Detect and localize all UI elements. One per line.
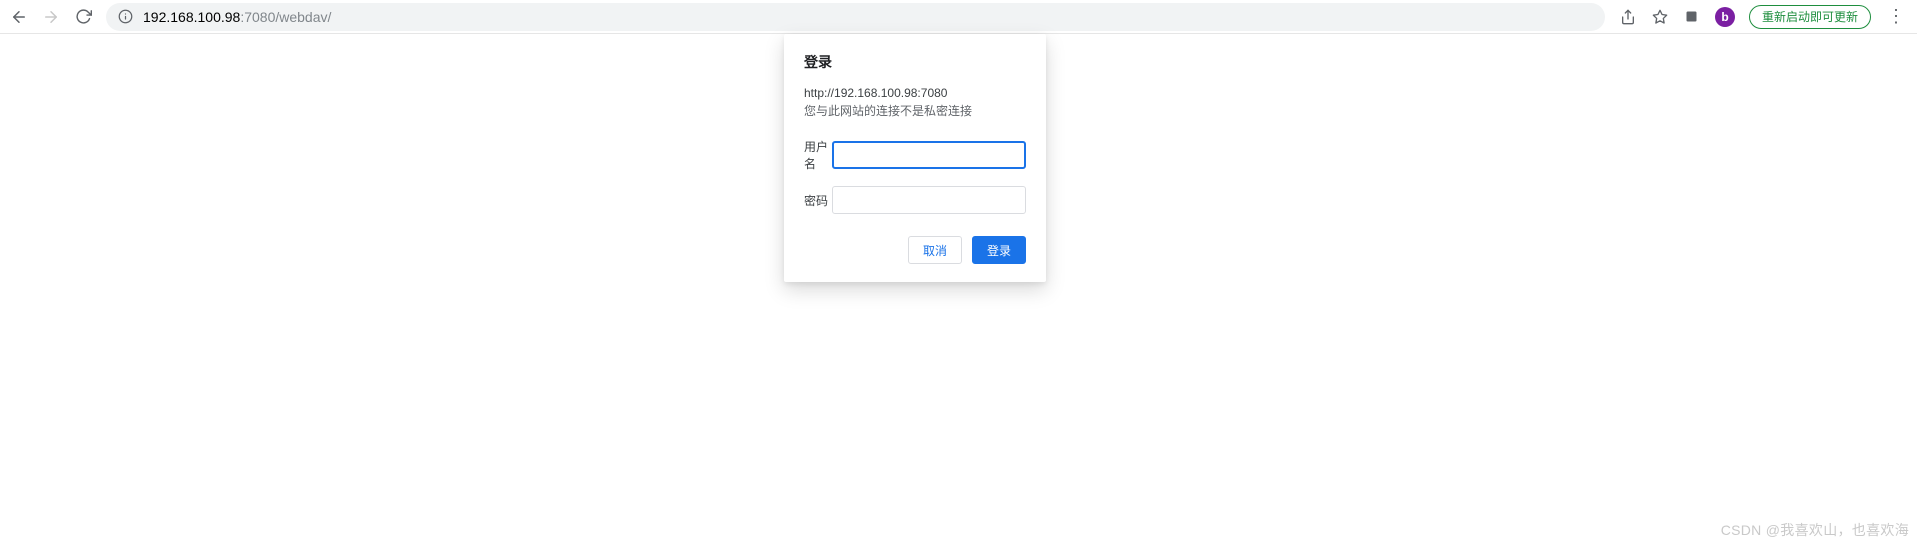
address-text: 192.168.100.98:7080/webdav/: [143, 9, 331, 25]
password-label: 密码: [804, 192, 832, 209]
back-icon[interactable]: [10, 8, 28, 26]
menu-kebab-icon[interactable]: ⋮: [1885, 6, 1907, 27]
username-input[interactable]: [832, 141, 1026, 169]
share-icon[interactable]: [1619, 8, 1637, 26]
dialog-insecure-msg: 您与此网站的连接不是私密连接: [804, 102, 1026, 120]
page-viewport: 登录 http://192.168.100.98:7080 您与此网站的连接不是…: [0, 34, 1917, 544]
avatar-letter: b: [1721, 10, 1728, 24]
username-label: 用户名: [804, 138, 832, 172]
username-row: 用户名: [804, 138, 1026, 172]
login-button[interactable]: 登录: [972, 236, 1026, 264]
login-label: 登录: [987, 242, 1011, 259]
site-info-icon[interactable]: [118, 9, 133, 24]
cancel-label: 取消: [923, 242, 947, 259]
password-input[interactable]: [832, 186, 1026, 214]
reload-icon[interactable]: [74, 8, 92, 26]
bookmark-star-icon[interactable]: [1651, 8, 1669, 26]
profile-avatar[interactable]: b: [1715, 7, 1735, 27]
http-auth-dialog: 登录 http://192.168.100.98:7080 您与此网站的连接不是…: [784, 34, 1046, 282]
extensions-icon[interactable]: [1683, 8, 1701, 26]
address-bar[interactable]: 192.168.100.98:7080/webdav/: [106, 3, 1605, 31]
dialog-title: 登录: [804, 52, 1026, 72]
address-path: :7080/webdav/: [240, 9, 331, 25]
update-label: 重新启动即可更新: [1762, 8, 1858, 25]
password-row: 密码: [804, 186, 1026, 214]
browser-toolbar: 192.168.100.98:7080/webdav/ b 重新启动即可更新 ⋮: [0, 0, 1917, 34]
update-button[interactable]: 重新启动即可更新: [1749, 5, 1871, 29]
forward-icon: [42, 8, 60, 26]
dialog-buttons: 取消 登录: [804, 236, 1026, 264]
address-host: 192.168.100.98: [143, 9, 240, 25]
dialog-origin: http://192.168.100.98:7080: [804, 84, 1026, 102]
cancel-button[interactable]: 取消: [908, 236, 962, 264]
toolbar-right: b 重新启动即可更新 ⋮: [1619, 5, 1907, 29]
